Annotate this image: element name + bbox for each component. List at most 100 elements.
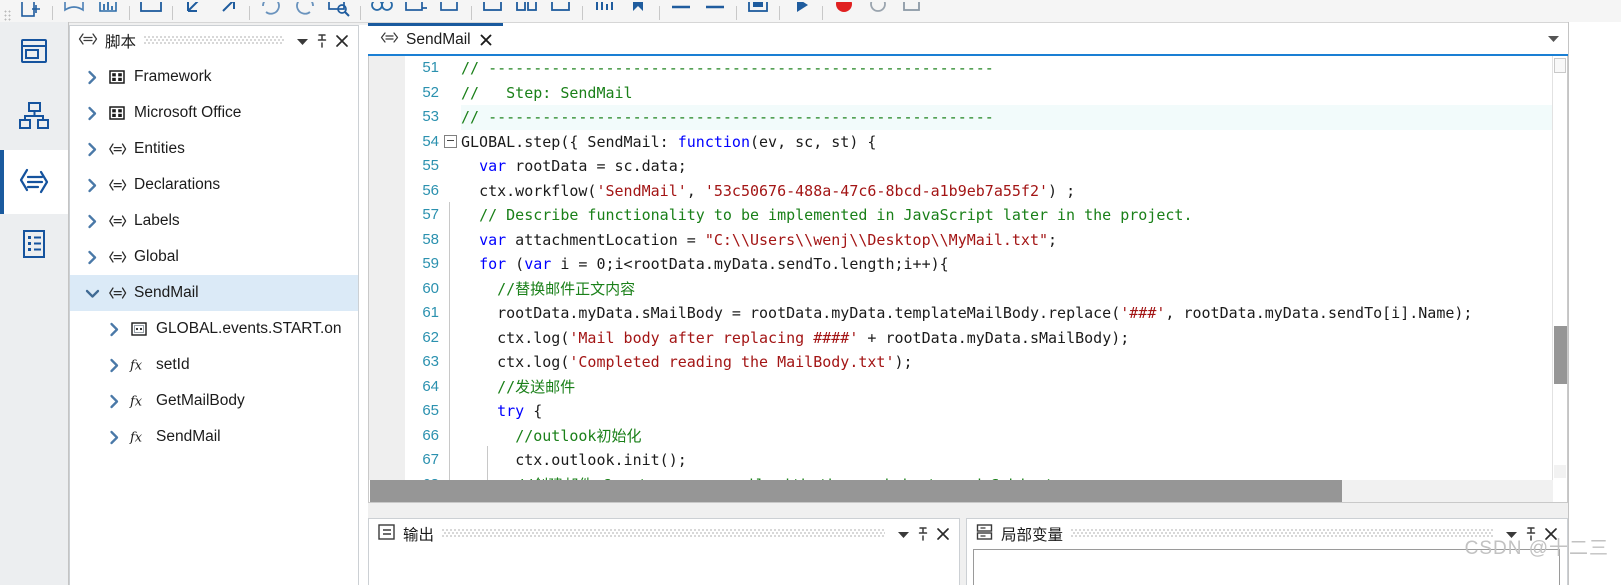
code-line[interactable]: 65 try { xyxy=(369,399,1553,424)
bookmark-icon[interactable] xyxy=(621,0,655,22)
tree-item-setid[interactable]: fx setId xyxy=(70,347,358,383)
database-icon[interactable] xyxy=(91,0,125,22)
scrollbar-bottom-box[interactable] xyxy=(1554,465,1566,478)
toolbar-separator xyxy=(52,6,53,20)
token-plain: GLOBAL.step({ SendMail: xyxy=(461,132,678,151)
panel-bottom-icon[interactable] xyxy=(544,0,578,22)
tree-item-labels[interactable]: Labels xyxy=(70,203,358,239)
fold-collapse-icon[interactable] xyxy=(443,130,457,155)
code-line[interactable]: 53 // -----------------------------------… xyxy=(369,105,1553,130)
chevron-right-icon[interactable] xyxy=(80,142,104,157)
rotate-right-icon[interactable] xyxy=(288,0,322,22)
undo-arrow-icon[interactable] xyxy=(177,0,211,22)
code-line[interactable]: 52 // Step: SendMail xyxy=(369,81,1553,106)
chart-icon[interactable] xyxy=(57,0,91,22)
screen-icon[interactable] xyxy=(741,0,775,22)
chevron-down-icon[interactable] xyxy=(80,287,104,300)
chevron-down-icon[interactable] xyxy=(893,523,913,545)
minus-icon[interactable] xyxy=(664,0,698,22)
code-line[interactable]: 64 //发送邮件 xyxy=(369,375,1553,400)
chevron-right-icon[interactable] xyxy=(80,178,104,193)
code-line[interactable]: 63 ctx.log('Completed reading the MailBo… xyxy=(369,350,1553,375)
code-canvas[interactable]: 51 // -----------------------------------… xyxy=(368,56,1568,503)
close-icon[interactable] xyxy=(1541,523,1561,545)
chevron-right-icon[interactable] xyxy=(102,430,126,445)
activity-item-window[interactable] xyxy=(0,22,68,86)
code-line[interactable]: 54 GLOBAL.step({ SendMail: function(ev, s… xyxy=(369,130,1553,155)
tree-item-global[interactable]: Global xyxy=(70,239,358,275)
code-line[interactable]: 60 //替换邮件正文内容 xyxy=(369,277,1553,302)
pin-icon[interactable] xyxy=(312,30,332,52)
panel-icon[interactable] xyxy=(476,0,510,22)
chart-bar-icon[interactable] xyxy=(587,0,621,22)
chevron-down-icon[interactable] xyxy=(292,30,312,52)
tab-sendmail[interactable]: SendMail xyxy=(368,23,503,54)
code-line[interactable]: 56 ctx.workflow('SendMail', '53c50676-48… xyxy=(369,179,1553,204)
chevron-right-icon[interactable] xyxy=(102,358,126,373)
code-line[interactable]: 51 // -----------------------------------… xyxy=(369,56,1553,81)
code-line[interactable]: 58 var attachmentLocation = "C:\\Users\\… xyxy=(369,228,1553,253)
output-panel: 输出 xyxy=(368,518,960,585)
tab-overflow-chevron-down-icon[interactable] xyxy=(1538,23,1568,54)
close-icon[interactable] xyxy=(933,523,953,545)
tree-item-framework[interactable]: Framework xyxy=(70,59,358,95)
activity-item-script[interactable] xyxy=(0,150,68,214)
toolbar-separator xyxy=(779,6,780,20)
tree-item-microsoft-office[interactable]: Microsoft Office xyxy=(70,95,358,131)
list-icon[interactable] xyxy=(895,0,929,22)
panel-drag-grip[interactable] xyxy=(144,36,284,46)
code-line[interactable]: 57 // Describe functionality to be imple… xyxy=(369,203,1553,228)
code-line[interactable]: 68 //创建邮件 Creates a new mail with the re… xyxy=(369,473,1553,481)
tree-item-sendmail[interactable]: fx SendMail xyxy=(70,419,358,455)
toolbar-grip[interactable] xyxy=(0,0,14,22)
horizontal-scrollbar-thumb[interactable] xyxy=(370,480,1342,502)
chevron-right-icon[interactable] xyxy=(80,250,104,265)
chevron-right-icon[interactable] xyxy=(102,322,126,337)
code-line[interactable]: 62 ctx.log('Mail body after replacing ##… xyxy=(369,326,1553,351)
redo-arrow-icon[interactable] xyxy=(211,0,245,22)
close-icon[interactable] xyxy=(479,33,493,47)
record-stop-icon[interactable] xyxy=(827,0,861,22)
activity-item-list[interactable] xyxy=(0,214,68,278)
locals-content[interactable] xyxy=(973,549,1560,585)
panels-split-icon[interactable] xyxy=(510,0,544,22)
tree-item-sendmail[interactable]: SendMail xyxy=(70,275,358,311)
scrollbar-top-box[interactable] xyxy=(1554,58,1566,73)
tree-item-global-events-start-on[interactable]: GLOBAL.events.START.on xyxy=(70,311,358,347)
circle-icon[interactable] xyxy=(861,0,895,22)
chevron-right-icon[interactable] xyxy=(80,70,104,85)
token-plain: ( xyxy=(506,255,525,273)
link-icon[interactable] xyxy=(365,0,399,22)
token-plain: , rootData.myData.sendTo[i].Name); xyxy=(1165,304,1473,322)
copy-window-icon[interactable] xyxy=(399,0,433,22)
output-panel-drag-grip[interactable] xyxy=(442,529,885,539)
vertical-scrollbar-thumb[interactable] xyxy=(1554,326,1567,384)
chevron-down-icon[interactable] xyxy=(1501,523,1521,545)
code-line[interactable]: 66 //outlook初始化 xyxy=(369,424,1553,449)
pin-icon[interactable] xyxy=(1521,523,1541,545)
code-line[interactable]: 67 ctx.outlook.init(); xyxy=(369,448,1553,473)
editor-vertical-scrollbar[interactable] xyxy=(1552,56,1567,480)
tree-item-entities[interactable]: Entities xyxy=(70,131,358,167)
activity-item-hierarchy[interactable] xyxy=(0,86,68,150)
code-line[interactable]: 59 for (var i = 0;i<rootData.myData.send… xyxy=(369,252,1553,277)
tree-item-getmailbody[interactable]: fx GetMailBody xyxy=(70,383,358,419)
code-line[interactable]: 61 rootData.myData.sMailBody = rootData.… xyxy=(369,301,1553,326)
chevron-right-icon[interactable] xyxy=(102,394,126,409)
code-line[interactable]: 55 var rootData = sc.data; xyxy=(369,154,1553,179)
tree-item-declarations[interactable]: Declarations xyxy=(70,167,358,203)
new-document-icon[interactable] xyxy=(14,0,48,22)
output-content[interactable] xyxy=(369,549,959,585)
pin-icon[interactable] xyxy=(913,523,933,545)
zoom-find-icon[interactable] xyxy=(322,0,356,22)
close-icon[interactable] xyxy=(332,30,352,52)
locals-panel-drag-grip[interactable] xyxy=(1071,529,1493,539)
editor-horizontal-scrollbar[interactable] xyxy=(370,480,1553,502)
run-play-icon[interactable] xyxy=(784,0,818,22)
minus-alt-icon[interactable] xyxy=(698,0,732,22)
chevron-right-icon[interactable] xyxy=(80,214,104,229)
window-icon[interactable] xyxy=(134,0,168,22)
chevron-right-icon[interactable] xyxy=(80,106,104,121)
rotate-left-icon[interactable] xyxy=(254,0,288,22)
paste-window-icon[interactable] xyxy=(433,0,467,22)
